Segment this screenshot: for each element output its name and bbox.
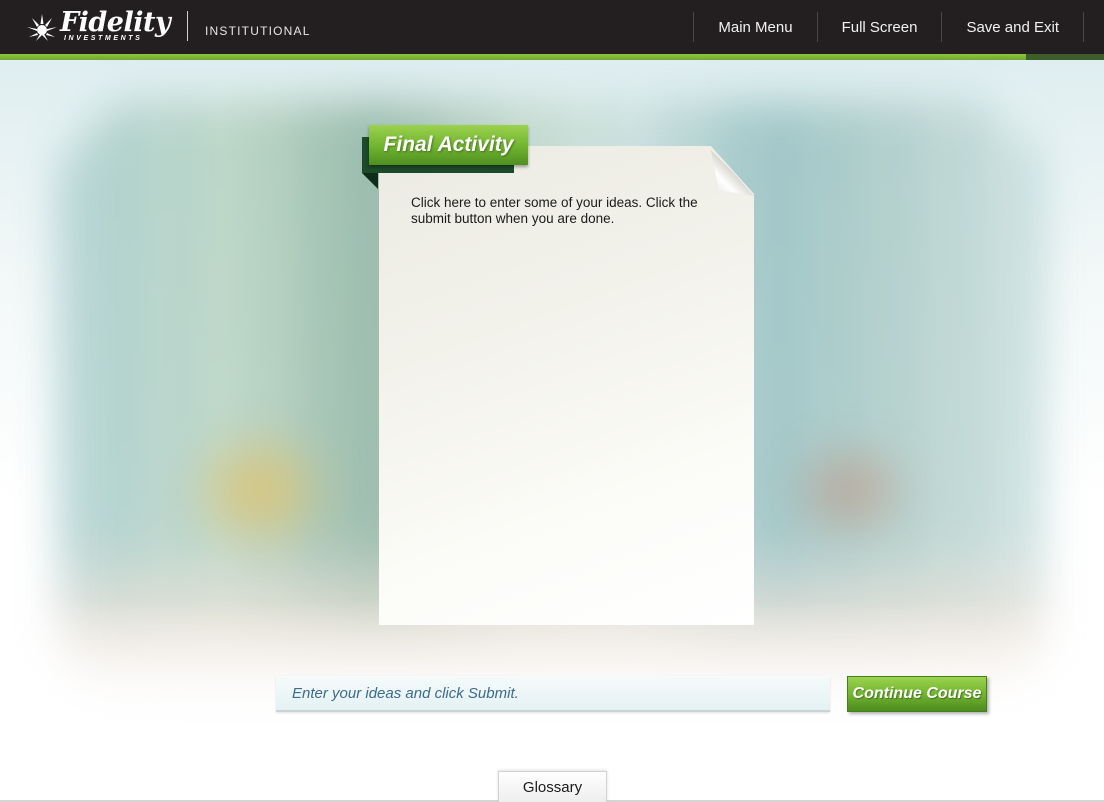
save-and-exit-button[interactable]: Save and Exit — [942, 0, 1083, 54]
final-activity-title: Final Activity — [383, 133, 514, 156]
photo-highlight — [180, 420, 340, 560]
logo-word: Fidelity — [60, 7, 171, 38]
top-header: Fidelity INVESTMENTS INSTITUTIONAL Main … — [0, 0, 1104, 54]
main-menu-button[interactable]: Main Menu — [694, 0, 816, 54]
ideas-input-bar[interactable] — [276, 676, 830, 712]
glossary-tab[interactable]: Glossary — [498, 771, 607, 802]
fidelity-starburst-icon — [26, 12, 58, 42]
logo-subtext: INVESTMENTS — [64, 35, 143, 42]
fidelity-wordmark: Fidelity INVESTMENTS — [60, 7, 171, 43]
final-activity-tab: Final Activity — [369, 125, 528, 165]
ideas-input[interactable] — [276, 676, 830, 710]
nav-separator — [1083, 12, 1084, 42]
logo-divider — [187, 11, 188, 41]
photo-highlight — [780, 430, 920, 550]
fidelity-logo: Fidelity INVESTMENTS — [26, 7, 171, 44]
glossary-label: Glossary — [522, 778, 583, 796]
activity-instructions[interactable]: Click here to enter some of your ideas. … — [411, 195, 731, 227]
continue-course-label: Continue Course — [852, 685, 982, 702]
institutional-label: INSTITUTIONAL — [205, 24, 311, 38]
top-nav: Main Menu Full Screen Save and Exit — [693, 0, 1084, 54]
continue-course-button[interactable]: Continue Course — [847, 676, 987, 712]
full-screen-button[interactable]: Full Screen — [818, 0, 942, 54]
